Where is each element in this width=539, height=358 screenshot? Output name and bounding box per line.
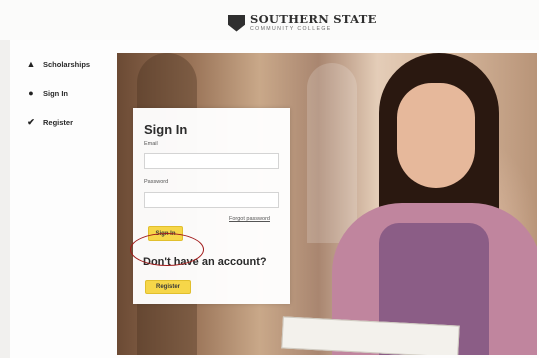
sidebar-item-label: Register	[43, 117, 74, 127]
annotation-circle	[130, 233, 204, 266]
sidebar-item-label: Sign In	[43, 88, 68, 98]
sidebar-item-sign-in[interactable]: ● Sign In	[12, 86, 108, 100]
forgot-password-link[interactable]: Forgot password	[229, 216, 270, 222]
signin-title: Sign In	[144, 122, 188, 137]
sidebar-item-register[interactable]: ✔ Register	[12, 115, 108, 129]
sidebar: ▲ Scholarships ● Sign In ✔ Register	[12, 42, 108, 352]
password-field[interactable]	[144, 192, 279, 208]
sidebar-item-label: Scholarships	[43, 59, 91, 69]
password-label: Password	[144, 179, 169, 185]
email-label: Email	[144, 141, 158, 147]
logo-name: SOUTHERN STATE	[250, 12, 377, 27]
logo-subtitle: COMMUNITY COLLEGE	[250, 25, 332, 32]
graduation-cap-icon: ▲	[26, 59, 36, 69]
header: SOUTHERN STATE COMMUNITY COLLEGE	[0, 0, 539, 40]
college-logo[interactable]: SOUTHERN STATE COMMUNITY COLLEGE	[228, 12, 377, 34]
signin-card: Sign In Email Password Forgot password S…	[133, 108, 290, 304]
student-face	[397, 83, 475, 188]
register-button[interactable]: Register	[145, 280, 191, 294]
sidebar-item-scholarships[interactable]: ▲ Scholarships	[12, 57, 108, 71]
lock-icon: ●	[28, 88, 34, 98]
checkmark-icon: ✔	[27, 116, 35, 127]
email-field[interactable]	[144, 153, 279, 169]
shield-icon	[228, 14, 245, 32]
